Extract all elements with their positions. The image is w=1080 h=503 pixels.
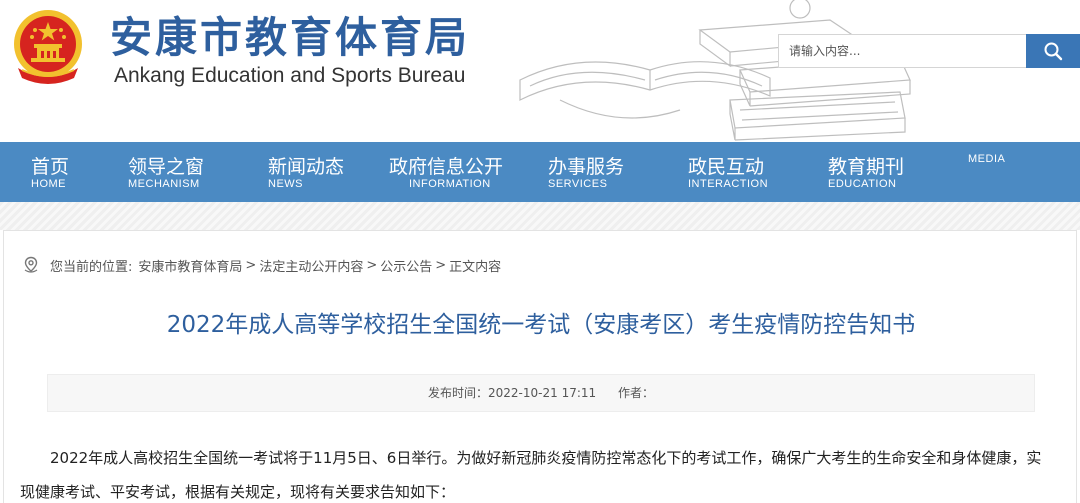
search-bar: [778, 34, 1080, 68]
nav-item-label: 办事服务: [548, 156, 625, 178]
nav-item-sublabel: INFORMATION: [409, 178, 491, 190]
breadcrumb: 您当前的位置: 安康市教育体育局 > 法定主动公开内容 > 公示公告 > 正文内…: [22, 255, 501, 275]
content-panel: 您当前的位置: 安康市教育体育局 > 法定主动公开内容 > 公示公告 > 正文内…: [3, 230, 1077, 503]
nav-item-label: 新闻动态: [268, 156, 345, 178]
breadcrumb-separator: >: [245, 257, 257, 273]
decorative-strip: [0, 202, 1080, 230]
publish-time: 2022-10-21 17:11: [488, 386, 597, 400]
national-emblem-icon[interactable]: [8, 6, 88, 88]
nav-item-sublabel: EDUCATION: [828, 178, 897, 190]
search-button[interactable]: [1026, 34, 1080, 68]
article-body: 2022年成人高校招生全国统一考试将于11月5日、6日举行。为做好新冠肺炎疫情防…: [20, 441, 1052, 503]
breadcrumb-link-home[interactable]: 安康市教育体育局: [138, 256, 242, 275]
nav-item-sublabel: INTERACTION: [688, 178, 769, 190]
nav-item-sublabel: MEDIA: [968, 153, 1006, 165]
nav-item-label: 政民互动: [688, 156, 765, 178]
breadcrumb-prefix: 您当前的位置:: [50, 259, 133, 275]
article-meta: 发布时间：2022-10-21 17:11 作者：: [47, 374, 1035, 412]
breadcrumb-current: 正文内容: [449, 259, 502, 275]
article-title: 2022年成人高等学校招生全国统一考试（安康考区）考生疫情防控告知书: [166, 312, 916, 338]
breadcrumb-separator: >: [435, 257, 447, 273]
nav-item-label: 首页: [31, 156, 70, 178]
nav-item-sublabel: MECHANISM: [128, 178, 200, 190]
site-title: 安康市教育体育局: [110, 13, 471, 62]
nav-item-sublabel: SERVICES: [548, 178, 608, 190]
nav-item-label: 领导之窗: [128, 156, 205, 178]
search-icon: [1044, 42, 1063, 61]
site-header: 安康市教育体育局 Ankang Education and Sports Bur…: [0, 0, 1080, 142]
nav-item-sublabel: HOME: [31, 178, 66, 190]
nav-item-sublabel: NEWS: [268, 178, 303, 190]
breadcrumb-link-public-content[interactable]: 法定主动公开内容: [259, 256, 363, 275]
search-input[interactable]: [778, 34, 1026, 68]
author-label: 作者：: [617, 386, 654, 400]
main-nav: 首页 HOME 领导之窗 MECHANISM 新闻动态 NEWS 政府信息公开 …: [0, 142, 1080, 202]
breadcrumb-separator: >: [366, 257, 378, 273]
books-illustration: [519, 0, 911, 141]
breadcrumb-link-announcements[interactable]: 公示公告: [380, 256, 432, 275]
article-paragraph: 2022年成人高校招生全国统一考试将于11月5日、6日举行。为做好新冠肺炎疫情防…: [20, 449, 1042, 501]
publish-time-label: 发布时间：: [428, 386, 489, 400]
nav-item-label: 教育期刊: [828, 156, 905, 178]
nav-item-label: 政府信息公开: [389, 156, 504, 178]
location-pin-icon: [24, 256, 38, 273]
site-subtitle: Ankang Education and Sports Bureau: [114, 64, 466, 87]
